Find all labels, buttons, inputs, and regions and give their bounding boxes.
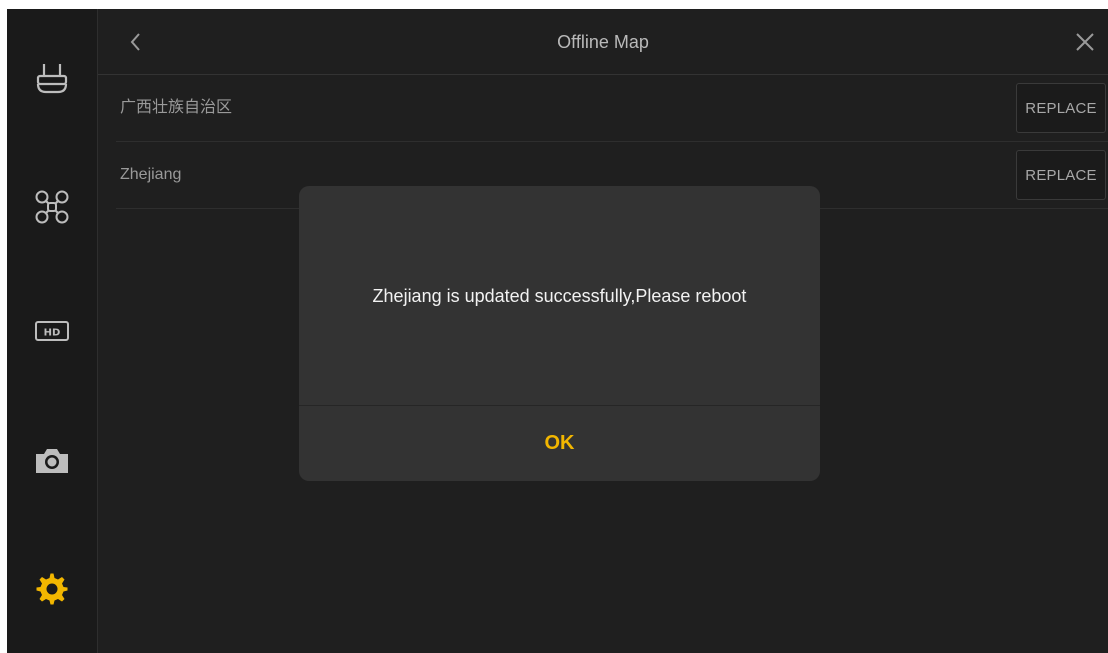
sidebar: HD bbox=[7, 9, 98, 653]
sidebar-item-general-settings[interactable] bbox=[7, 549, 97, 629]
sidebar-item-hd-transmission[interactable]: HD bbox=[7, 291, 97, 371]
dialog-message: Zhejiang is updated successfully,Please … bbox=[372, 285, 747, 306]
app-screen: HD Offline Map 广西壮族自治区 REPLACE Zhejiang … bbox=[7, 9, 1108, 653]
map-list-item: 广西壮族自治区 REPLACE bbox=[116, 75, 1108, 142]
camera-icon bbox=[36, 449, 68, 473]
hd-icon: HD bbox=[35, 321, 69, 341]
close-icon bbox=[1076, 33, 1094, 51]
map-name: 广西壮族自治区 bbox=[120, 99, 233, 116]
map-name: Zhejiang bbox=[120, 166, 182, 183]
replace-button[interactable]: REPLACE bbox=[1016, 150, 1106, 200]
svg-text:HD: HD bbox=[44, 328, 61, 339]
sidebar-item-remote-controller[interactable] bbox=[7, 39, 97, 119]
replace-button[interactable]: REPLACE bbox=[1016, 83, 1106, 133]
close-button[interactable] bbox=[1070, 27, 1100, 57]
page-title: Offline Map bbox=[557, 32, 649, 52]
sidebar-item-aircraft[interactable] bbox=[7, 167, 97, 247]
header: Offline Map bbox=[98, 9, 1108, 75]
gear-icon bbox=[36, 573, 68, 605]
sidebar-item-camera[interactable] bbox=[7, 421, 97, 501]
remote-controller-icon bbox=[36, 64, 68, 94]
ok-button[interactable]: OK bbox=[299, 406, 820, 481]
drone-icon bbox=[35, 190, 69, 224]
update-success-dialog: Zhejiang is updated successfully,Please … bbox=[299, 186, 820, 481]
